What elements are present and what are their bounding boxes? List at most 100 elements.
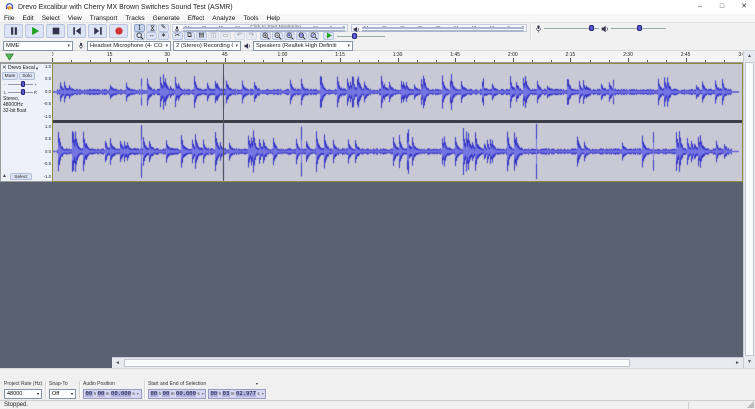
recording-channels-select[interactable]: 2 (Stereo) Recording Cha▾ <box>173 40 241 51</box>
time-unit[interactable]: s <box>196 391 200 396</box>
scroll-down-icon[interactable]: ▼ <box>744 357 755 368</box>
solo-button[interactable]: Solo <box>19 72 35 80</box>
playback-volume-slider[interactable] <box>611 24 666 32</box>
skip-to-start-button[interactable] <box>67 24 86 38</box>
menu-tools[interactable]: Tools <box>239 15 262 22</box>
zoom-out-button[interactable] <box>272 32 283 40</box>
mute-button[interactable]: Mute <box>2 72 18 80</box>
zoom-tool-button[interactable] <box>134 32 145 40</box>
horizontal-scrollbar[interactable]: ◄ ► <box>112 357 743 368</box>
copy-icon: ⧉ <box>187 31 192 39</box>
track-menu-caret-icon[interactable]: ▼ <box>35 66 39 71</box>
timeline-options-pin-icon[interactable] <box>5 53 14 61</box>
time-digits[interactable]: 00.000 <box>110 390 132 397</box>
menu-tracks[interactable]: Tracks <box>121 15 148 22</box>
menu-transport[interactable]: Transport <box>86 15 122 22</box>
recording-meter[interactable]: -54-48-42-18Click to Start Monitoring-12… <box>172 24 348 32</box>
time-digits[interactable]: 03 <box>222 390 230 397</box>
zoom-in-button[interactable] <box>260 32 271 40</box>
multi-tool-button[interactable]: ∗ <box>158 32 169 40</box>
playback-device-select[interactable]: Speakers (Realtek High Definiti ▾ <box>253 40 353 51</box>
skip-to-end-button[interactable] <box>88 24 107 38</box>
time-digits[interactable]: 00 <box>85 390 93 397</box>
menu-select[interactable]: Select <box>38 15 64 22</box>
draw-tool-button[interactable]: ✎ <box>158 24 169 32</box>
timeshift-tool-button[interactable]: ↔ <box>146 32 157 40</box>
time-unit[interactable]: s <box>256 391 260 396</box>
recording-device-select[interactable]: Headset Microphone (4- CORSAIR▾ <box>87 40 171 51</box>
minimize-button[interactable]: – <box>689 0 711 14</box>
trim-button[interactable]: ◫ <box>208 32 219 40</box>
scroll-right-icon[interactable]: ► <box>732 358 743 368</box>
close-button[interactable]: ✕ <box>733 0 755 14</box>
gain-thumb[interactable] <box>20 81 25 87</box>
play-speed-thumb[interactable] <box>351 33 357 39</box>
scale-label: -1.0 <box>43 173 51 179</box>
playback-meter[interactable]: -54-48-42-36-30-24-18-12-60 <box>351 24 527 32</box>
cut-button[interactable]: ✂ <box>172 32 183 40</box>
time-digits[interactable]: 00 <box>150 390 158 397</box>
time-unit[interactable]: s <box>131 391 135 396</box>
vertical-scale[interactable]: 1.0 0.5 0.0 -0.5 -1.0 1.0 0.5 0.0 -0.5 -1.0 <box>40 63 52 182</box>
undo-button[interactable]: ↶ <box>234 32 245 40</box>
scroll-up-icon[interactable]: ▲ <box>744 51 755 62</box>
zoom-toggle-button[interactable] <box>308 32 319 40</box>
menu-effect[interactable]: Effect <box>184 15 209 22</box>
selection-start-field[interactable]: 00 h 00 m 00.000 s ▾ <box>148 388 206 399</box>
time-digits[interactable]: 00.000 <box>175 390 197 397</box>
scroll-left-icon[interactable]: ◄ <box>112 358 123 368</box>
vertical-scroll-thumb[interactable] <box>745 62 754 356</box>
horizontal-scroll-thumb[interactable] <box>124 359 630 367</box>
playback-volume-thumb[interactable] <box>636 25 642 31</box>
fit-project-button[interactable] <box>296 32 307 40</box>
redo-button[interactable]: ↷ <box>246 32 257 40</box>
waveform-right-channel[interactable] <box>53 123 742 180</box>
menu-help[interactable]: Help <box>263 15 284 22</box>
play-speed-slider[interactable] <box>337 32 385 40</box>
snap-to-select[interactable]: Off ▾ <box>49 388 76 399</box>
recording-volume-thumb[interactable] <box>588 25 594 31</box>
pause-button[interactable] <box>4 24 23 38</box>
copy-button[interactable]: ⧉ <box>184 32 195 40</box>
time-field-caret-icon[interactable]: ▾ <box>202 391 204 396</box>
timeline-ruler[interactable]: 01530451:001:151:301:452:002:152:302:453… <box>52 51 743 63</box>
gain-slider[interactable]: - + <box>3 81 38 88</box>
project-rate-select[interactable]: 48000 ▾ <box>4 388 42 399</box>
play-at-speed-button[interactable] <box>323 32 334 40</box>
stop-button[interactable] <box>46 24 65 38</box>
audio-host-select[interactable]: MME ▾ <box>3 40 73 51</box>
menu-file[interactable]: File <box>0 15 18 22</box>
pan-slider[interactable]: L R <box>3 89 38 96</box>
selection-end-field[interactable]: 00 h 03 m 02.977 s ▾ <box>208 388 266 399</box>
selection-tool-button[interactable]: I <box>134 24 145 32</box>
pan-thumb[interactable] <box>20 89 25 95</box>
silence-button[interactable]: ▭ <box>220 32 231 40</box>
recording-volume-slider[interactable] <box>544 24 599 32</box>
resize-grip[interactable] <box>747 401 754 408</box>
track-title[interactable]: Drevo Excalibur with Cherry MX Brown Swi… <box>8 65 35 71</box>
fit-selection-button[interactable] <box>284 32 295 40</box>
menu-generate[interactable]: Generate <box>149 15 184 22</box>
time-digits[interactable]: 00 <box>162 390 170 397</box>
time-digits[interactable]: 02.977 <box>235 390 257 397</box>
ruler-tick <box>493 60 495 62</box>
play-button[interactable] <box>25 24 44 38</box>
time-field-caret-icon[interactable]: ▾ <box>137 391 139 396</box>
time-digits[interactable]: 00 <box>97 390 105 397</box>
track-select-button[interactable]: Select <box>9 172 32 180</box>
selection-range-caret-icon[interactable]: ▾ <box>256 381 258 386</box>
maximize-button[interactable]: □ <box>711 0 733 14</box>
menu-view[interactable]: View <box>64 15 86 22</box>
collapse-track-icon[interactable]: ▲ <box>2 173 7 179</box>
time-digits[interactable]: 00 <box>210 390 218 397</box>
time-field-caret-icon[interactable]: ▾ <box>262 391 264 396</box>
waveform-display[interactable] <box>52 63 743 182</box>
menu-edit[interactable]: Edit <box>18 15 37 22</box>
paste-button[interactable]: ▤ <box>196 32 207 40</box>
audio-position-field[interactable]: 00 h 00 m 00.000 s ▾ <box>83 388 142 399</box>
vertical-scrollbar[interactable]: ▲ ▼ <box>743 51 755 368</box>
menu-analyze[interactable]: Analyze <box>208 15 239 22</box>
record-button[interactable] <box>109 24 128 38</box>
waveform-left-channel[interactable] <box>53 64 742 120</box>
envelope-tool-button[interactable]: ⋈ <box>146 24 157 32</box>
